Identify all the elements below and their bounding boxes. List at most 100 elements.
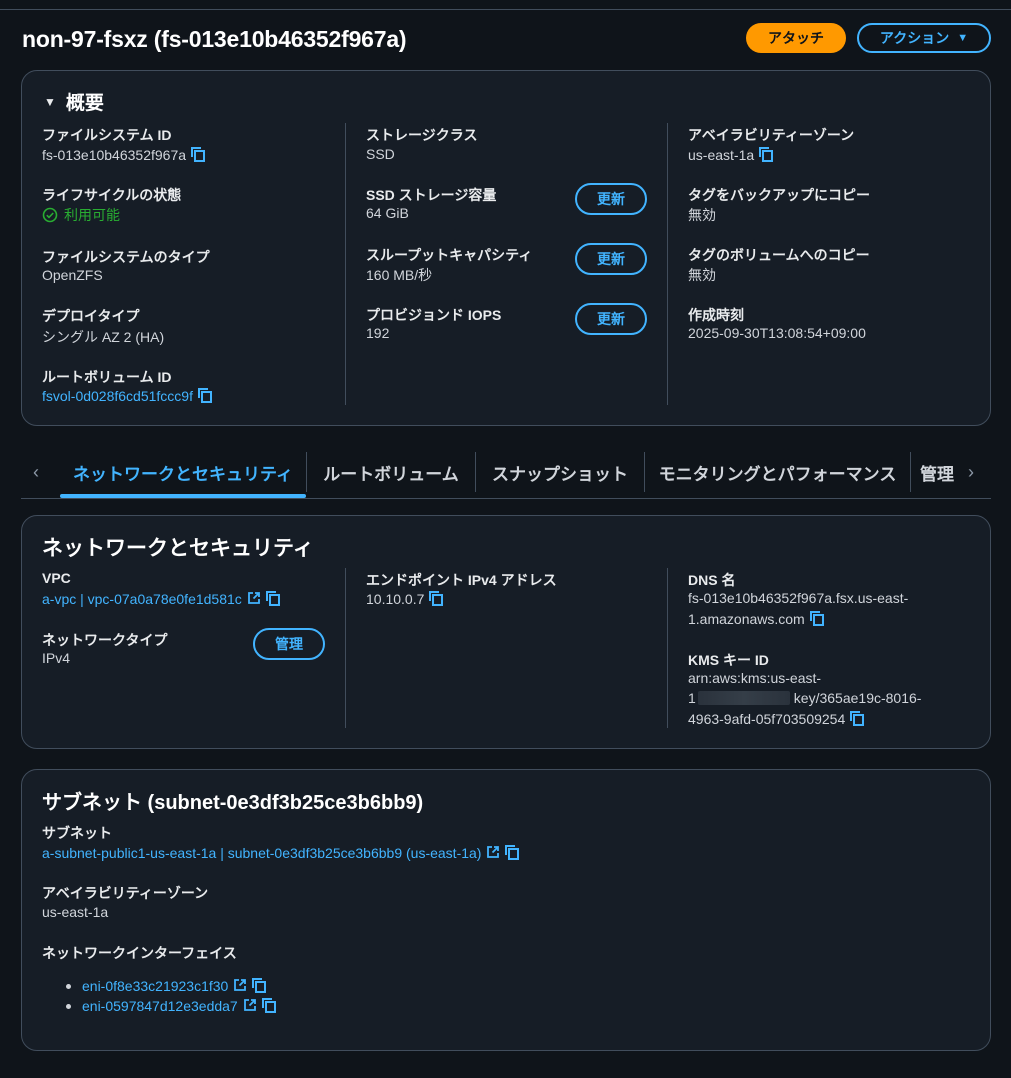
network-panel: ネットワークとセキュリティ VPC a-vpc | vpc-07a0a78e0f… bbox=[21, 515, 991, 749]
list-item: eni-0f8e33c21923c1f30 bbox=[42, 976, 277, 996]
deploy-type-value: シングル AZ 2 (HA) bbox=[42, 329, 165, 345]
az-text: us-east-1a bbox=[688, 147, 755, 163]
column-divider bbox=[667, 568, 668, 728]
eni-link[interactable]: eni-0597847d12e3edda7 bbox=[82, 998, 238, 1014]
storage-class-label: ストレージクラス bbox=[366, 127, 478, 143]
subnet-heading: サブネット (subnet-0e3df3b25ce3b6bb9) bbox=[42, 792, 424, 814]
vpc-row: a-vpc | vpc-07a0a78e0fe1d581c bbox=[42, 590, 281, 609]
root-volume-label: ルートボリューム ID bbox=[42, 369, 172, 385]
update-ssd-button[interactable]: 更新 bbox=[575, 183, 647, 215]
kms-line3-row: 4963-9afd-05f703509254 bbox=[688, 710, 865, 727]
chevron-right-icon[interactable]: › bbox=[968, 462, 974, 483]
network-type-label: ネットワークタイプ bbox=[42, 632, 168, 648]
volume-tags-value: 無効 bbox=[688, 267, 716, 283]
check-circle-icon bbox=[42, 207, 58, 223]
eni-link[interactable]: eni-0f8e33c21923c1f30 bbox=[82, 978, 228, 994]
fs-id-text: fs-013e10b46352f967a bbox=[42, 147, 187, 163]
backup-tags-label: タグをバックアップにコピー bbox=[688, 187, 870, 203]
root-volume-link[interactable]: fsvol-0d028f6cd51fccc9f bbox=[42, 388, 193, 404]
summary-panel: ▼ 概要 ファイルシステム ID fs-013e10b46352f967a ライ… bbox=[21, 70, 991, 426]
dns-line2-row: 1.amazonaws.com bbox=[688, 610, 825, 627]
update-throughput-button[interactable]: 更新 bbox=[575, 243, 647, 275]
column-divider bbox=[345, 568, 346, 728]
fs-type-value: OpenZFS bbox=[42, 267, 103, 283]
subnet-az-value: us-east-1a bbox=[42, 904, 109, 920]
endpoint-label: エンドポイント IPv4 アドレス bbox=[366, 572, 557, 588]
page-title: non-97-fsxz (fs-013e10b46352f967a) bbox=[22, 26, 407, 52]
status-badge: 利用可能 bbox=[42, 205, 120, 225]
summary-toggle[interactable]: ▼ 概要 bbox=[44, 88, 104, 115]
summary-heading: 概要 bbox=[65, 93, 104, 114]
external-link-icon[interactable] bbox=[233, 978, 247, 992]
vpc-label: VPC bbox=[42, 570, 71, 586]
column-divider bbox=[667, 123, 668, 405]
kms-line1: arn:aws:kms:us-east- bbox=[688, 670, 822, 686]
attach-button[interactable]: アタッチ bbox=[746, 23, 846, 53]
deploy-type-label: デプロイタイプ bbox=[42, 308, 140, 324]
tab-root-volume[interactable]: ルートボリューム bbox=[307, 448, 475, 496]
copy-icon[interactable] bbox=[428, 590, 444, 606]
caret-down-icon: ▼ bbox=[957, 32, 969, 44]
kms-line2-prefix: 1 bbox=[688, 690, 696, 706]
created-label: 作成時刻 bbox=[688, 307, 744, 323]
caret-down-icon: ▼ bbox=[44, 94, 56, 109]
kms-line3: 4963-9afd-05f703509254 bbox=[688, 711, 846, 727]
copy-icon[interactable] bbox=[849, 710, 865, 726]
external-link-icon[interactable] bbox=[486, 845, 500, 859]
lifecycle-label: ライフサイクルの状態 bbox=[42, 187, 182, 203]
tab-management[interactable]: 管理 bbox=[920, 448, 956, 496]
update-iops-button[interactable]: 更新 bbox=[575, 303, 647, 335]
eni-label: ネットワークインターフェイス bbox=[42, 945, 237, 961]
column-divider bbox=[345, 123, 346, 405]
external-link-icon[interactable] bbox=[243, 998, 257, 1012]
copy-icon[interactable] bbox=[758, 146, 774, 162]
vpc-link[interactable]: a-vpc | vpc-07a0a78e0fe1d581c bbox=[42, 591, 242, 607]
endpoint-text: 10.10.0.7 bbox=[366, 591, 425, 607]
lifecycle-value: 利用可能 bbox=[64, 207, 120, 223]
dns-line2: 1.amazonaws.com bbox=[688, 611, 805, 627]
actions-label: アクション bbox=[879, 30, 950, 46]
tab-monitoring[interactable]: モニタリングとパフォーマンス bbox=[645, 448, 910, 496]
subnet-panel: サブネット (subnet-0e3df3b25ce3b6bb9) サブネット a… bbox=[21, 769, 991, 1051]
active-tab-indicator bbox=[60, 494, 306, 498]
tab-bar: ‹ ネットワークとセキュリティ ルートボリューム スナップショット モニタリング… bbox=[21, 448, 991, 499]
subnet-link[interactable]: a-subnet-public1-us-east-1a | subnet-0e3… bbox=[42, 845, 481, 861]
volume-tags-label: タグのボリュームへのコピー bbox=[688, 247, 870, 263]
backup-tags-value: 無効 bbox=[688, 207, 716, 223]
kms-label: KMS キー ID bbox=[688, 652, 769, 668]
copy-icon[interactable] bbox=[261, 997, 277, 1013]
subnet-label: サブネット bbox=[42, 825, 112, 841]
throughput-label: スループットキャパシティ bbox=[366, 247, 533, 263]
tab-snapshots[interactable]: スナップショット bbox=[476, 448, 644, 496]
external-link-icon[interactable] bbox=[247, 591, 261, 605]
copy-icon[interactable] bbox=[809, 610, 825, 626]
fs-type-label: ファイルシステムのタイプ bbox=[42, 249, 210, 265]
kms-line2-suffix: key/365ae19c-8016- bbox=[793, 690, 922, 706]
tab-network-security[interactable]: ネットワークとセキュリティ bbox=[60, 448, 306, 496]
created-value: 2025-09-30T13:08:54+09:00 bbox=[688, 325, 866, 341]
storage-class-value: SSD bbox=[366, 146, 395, 162]
tab-divider bbox=[910, 452, 911, 492]
network-type-value: IPv4 bbox=[42, 650, 71, 666]
subnet-row: a-subnet-public1-us-east-1a | subnet-0e3… bbox=[42, 844, 520, 863]
copy-icon[interactable] bbox=[504, 844, 520, 860]
chevron-left-icon[interactable]: ‹ bbox=[33, 462, 39, 483]
ssd-capacity-value: 64 GiB bbox=[366, 205, 409, 221]
ssd-capacity-label: SSD ストレージ容量 bbox=[366, 187, 497, 203]
root-volume-row: fsvol-0d028f6cd51fccc9f bbox=[42, 387, 213, 406]
az-value: us-east-1a bbox=[688, 146, 774, 163]
copy-icon[interactable] bbox=[197, 387, 213, 403]
manage-button[interactable]: 管理 bbox=[253, 628, 325, 660]
throughput-value: 160 MB/秒 bbox=[366, 267, 433, 283]
copy-icon[interactable] bbox=[190, 146, 206, 162]
endpoint-value: 10.10.0.7 bbox=[366, 590, 444, 607]
dns-label: DNS 名 bbox=[688, 572, 736, 588]
copy-icon[interactable] bbox=[265, 590, 281, 606]
subnet-az-label: アベイラビリティーゾーン bbox=[42, 885, 209, 901]
copy-icon[interactable] bbox=[251, 977, 267, 993]
list-item: eni-0597847d12e3edda7 bbox=[42, 996, 277, 1016]
kms-line2-row: 1 key/365ae19c-8016- bbox=[688, 690, 921, 706]
redacted-block bbox=[697, 691, 790, 705]
actions-button[interactable]: アクション ▼ bbox=[857, 23, 991, 53]
eni-list: eni-0f8e33c21923c1f30 eni-0597847d12e3ed… bbox=[42, 976, 277, 1016]
